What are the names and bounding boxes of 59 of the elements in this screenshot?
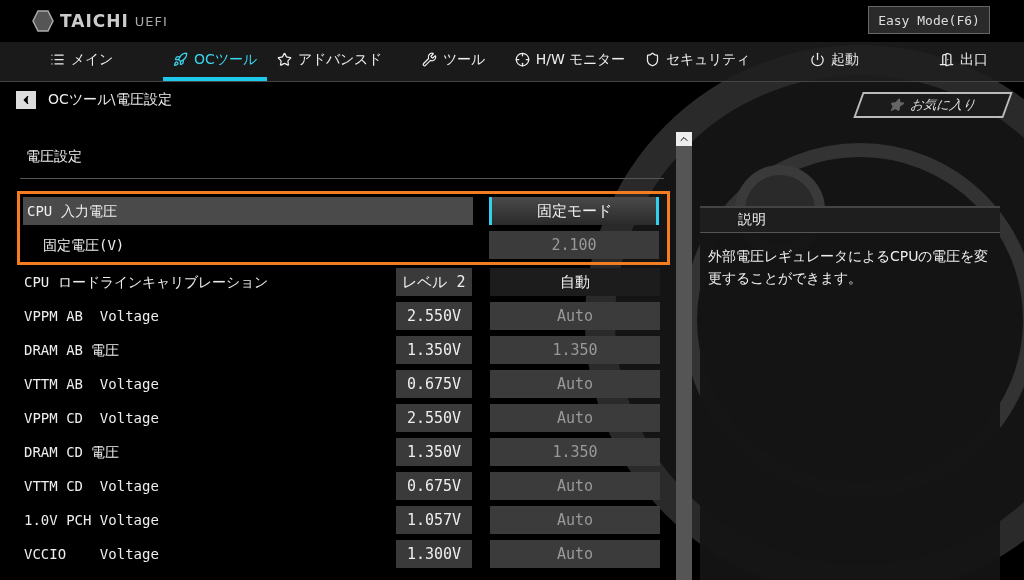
favorites-button[interactable]: お気に入り (853, 92, 1013, 118)
current-reading: 0.675V (396, 472, 472, 500)
current-reading: 0.675V (396, 370, 472, 398)
wrench-icon (421, 52, 437, 67)
nav-tab[interactable]: OCツール (163, 42, 267, 81)
value-selector[interactable]: Auto (490, 540, 660, 568)
nav-tab[interactable]: アドバンスド (266, 42, 392, 81)
description-text: 外部電圧レギュレータによるCPUの電圧を変更することができます。 (708, 247, 990, 289)
nav-tab[interactable]: メイン (40, 42, 123, 81)
nav-tab[interactable]: セキュリティ (635, 42, 761, 81)
setting-label[interactable]: VPPM CD Voltage (20, 404, 394, 432)
current-reading: 2.550V (396, 404, 472, 432)
logo-suffix: UEFI (134, 13, 168, 29)
setting-label[interactable]: DRAM AB 電圧 (20, 336, 394, 364)
current-reading: 1.057V (396, 506, 472, 534)
current-reading: 1.350V (396, 336, 472, 364)
setting-label[interactable]: VCCIO Voltage (20, 540, 394, 568)
back-button[interactable] (16, 91, 36, 109)
list-icon (50, 52, 65, 67)
value-selector[interactable]: Auto (490, 370, 660, 398)
setting-label[interactable]: DRAM CD 電圧 (20, 438, 394, 466)
setting-label[interactable]: 固定電圧(V) (23, 231, 473, 259)
crosshair-icon (514, 52, 530, 67)
value-selector[interactable]: 1.350 (490, 336, 660, 364)
value-selector[interactable]: Auto (490, 506, 660, 534)
power-icon (810, 52, 826, 67)
logo-text: TAICHI (60, 11, 129, 31)
setting-label[interactable]: CPU ロードラインキャリブレーション (20, 268, 394, 296)
star-icon (276, 52, 292, 67)
section-title: 電圧設定 (20, 134, 664, 179)
setting-label[interactable]: VTTM CD Voltage (20, 472, 394, 500)
scroll-up-button[interactable] (676, 132, 692, 146)
nav-tab[interactable]: H/W モニター (504, 42, 636, 81)
easy-mode-button[interactable]: Easy Mode(F6) (868, 6, 990, 34)
value-selector[interactable]: 2.100 (489, 231, 659, 259)
value-selector[interactable]: Auto (490, 404, 660, 432)
current-reading: 2.550V (396, 302, 472, 330)
breadcrumb: OCツール\電圧設定 (48, 91, 172, 109)
value-selector[interactable]: 1.350 (490, 438, 660, 466)
setting-label[interactable]: 1.0V PCH Voltage (20, 506, 394, 534)
shield-icon (645, 52, 661, 67)
value-selector[interactable]: 自動 (490, 268, 660, 296)
setting-label[interactable]: CPU 入力電圧 (23, 197, 473, 225)
value-selector[interactable]: 固定モード (489, 197, 659, 225)
setting-label[interactable]: VTTM AB Voltage (20, 370, 394, 398)
description-title: 説明 (700, 206, 1000, 233)
scrollbar[interactable] (676, 132, 692, 580)
logo-icon (32, 10, 54, 32)
nav-tab[interactable]: 起動 (800, 42, 870, 81)
nav-tab[interactable]: ツール (411, 42, 495, 81)
current-reading: 1.350V (396, 438, 472, 466)
nav-tab[interactable]: 出口 (929, 42, 999, 81)
value-selector[interactable]: Auto (490, 302, 660, 330)
value-selector[interactable]: Auto (490, 472, 660, 500)
door-icon (939, 52, 955, 67)
setting-label[interactable]: VPPM AB Voltage (20, 302, 394, 330)
current-reading: レベル 2 (396, 268, 472, 296)
rocket-icon (173, 52, 188, 67)
current-reading: 1.300V (396, 540, 472, 568)
